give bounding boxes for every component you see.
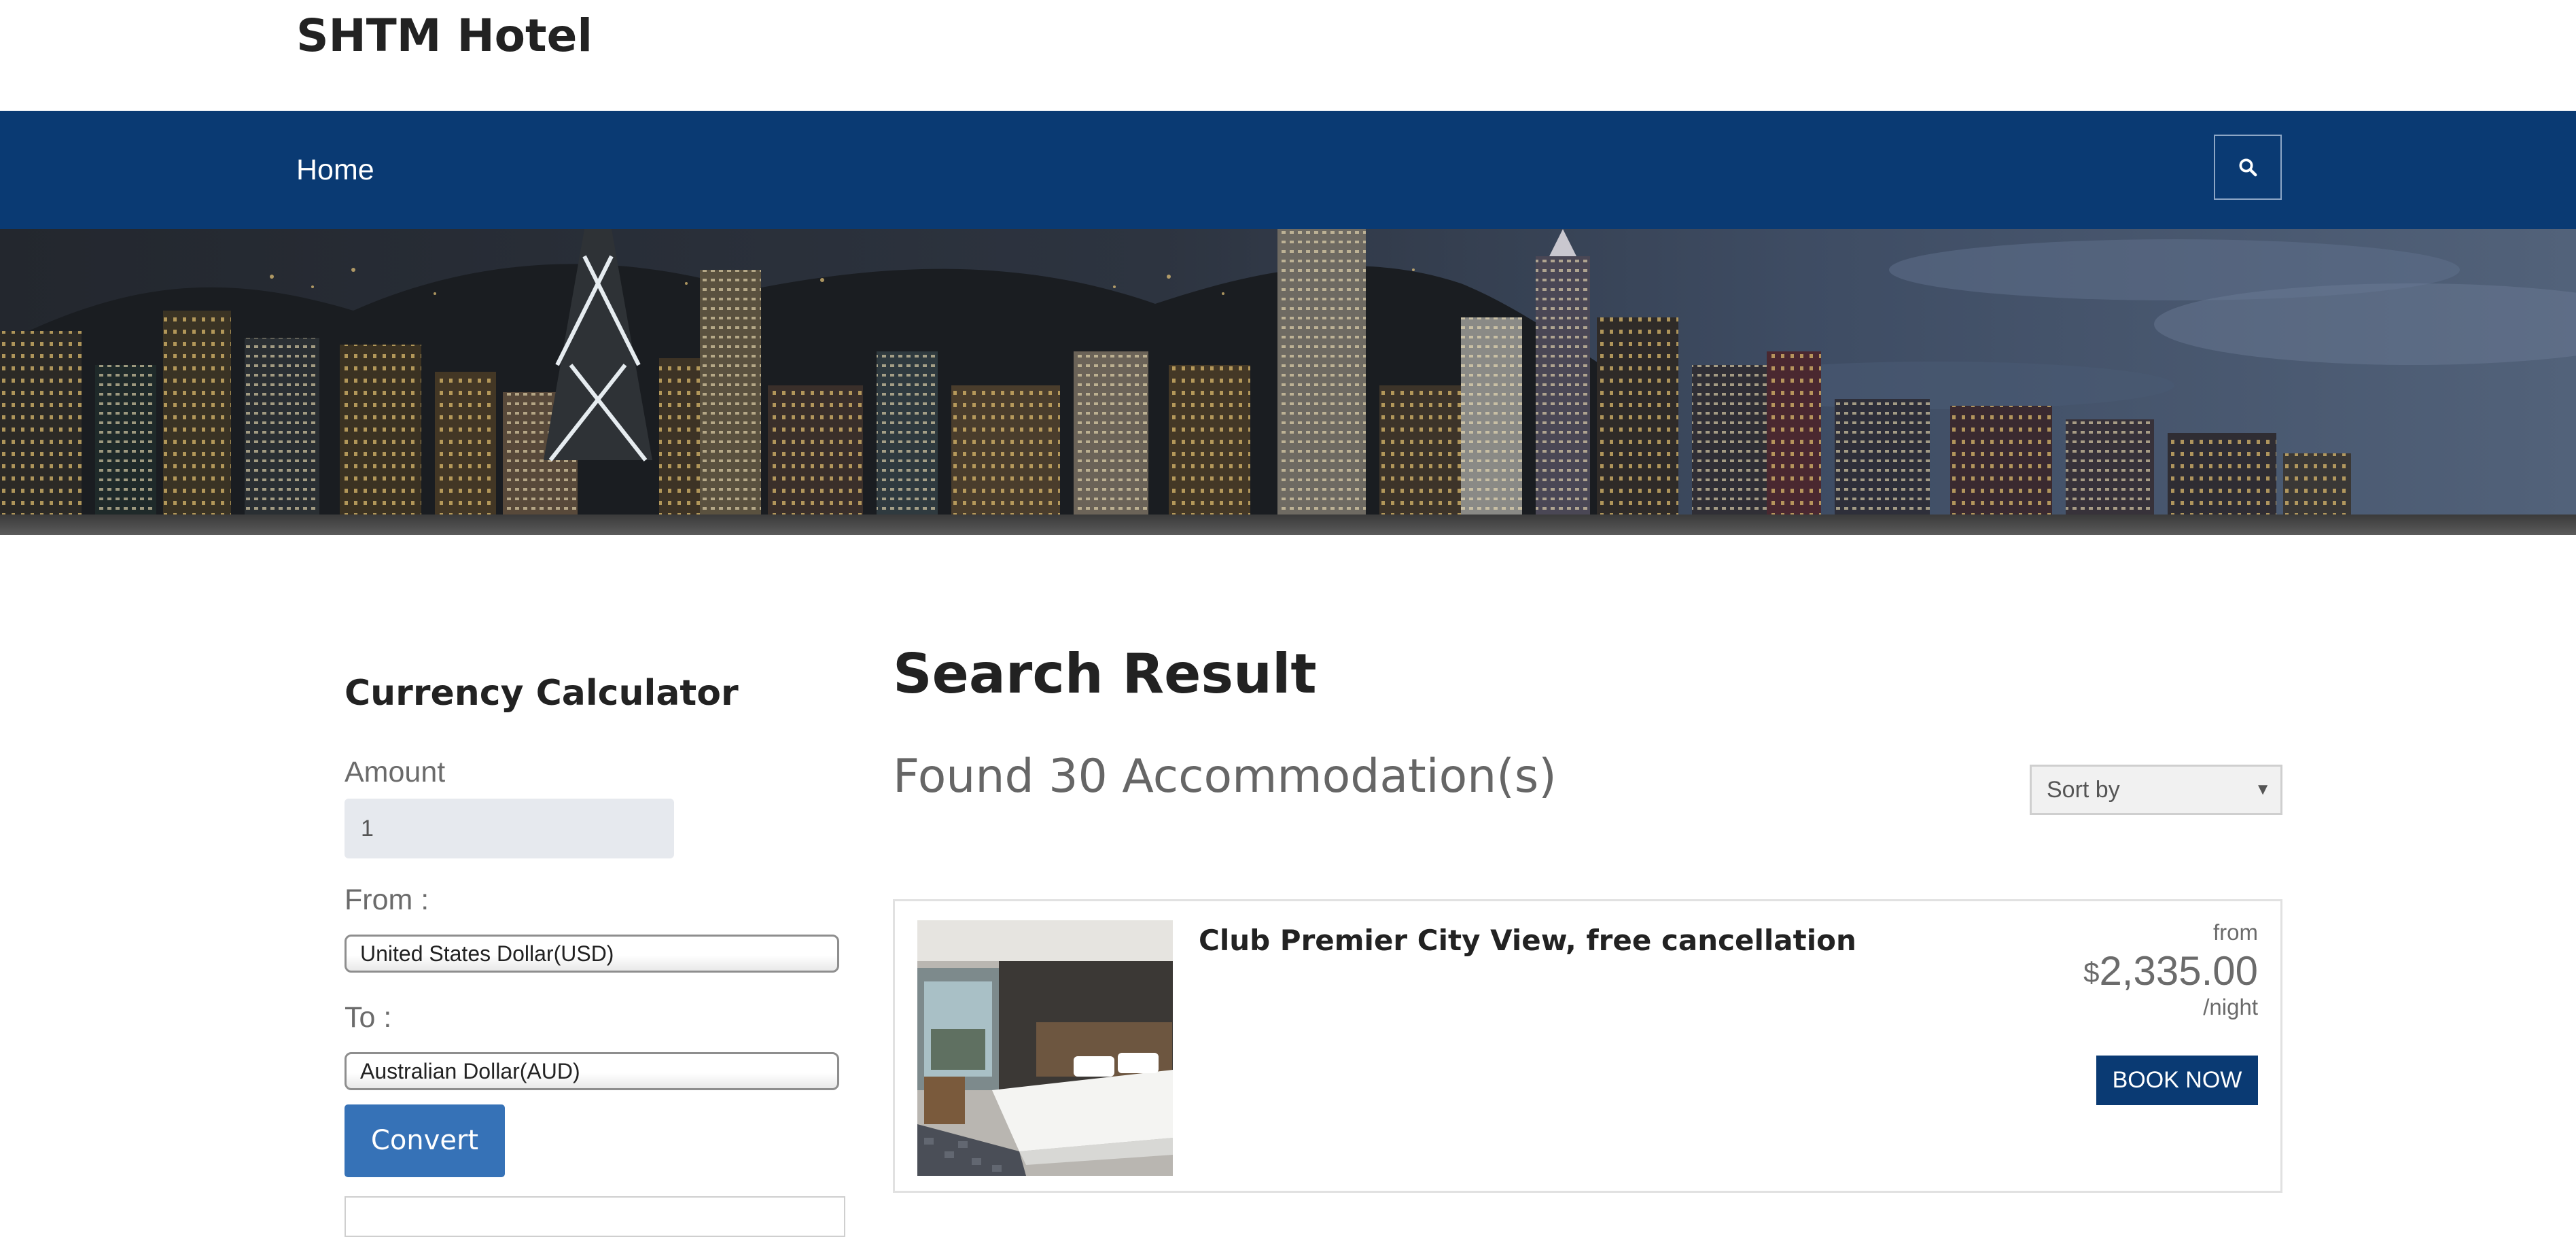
hero-banner xyxy=(0,229,2576,535)
room-photo[interactable] xyxy=(917,920,1173,1176)
dropdown-caret-icon: ▼ xyxy=(2255,780,2271,799)
room-name-link[interactable]: Club Premier City View, free cancellatio… xyxy=(1199,920,1856,961)
price-unit: /night xyxy=(2203,994,2258,1020)
results-count: Found 30 Accommodation(s) xyxy=(893,750,1557,803)
price-prefix: from xyxy=(2213,920,2258,945)
sort-by-select[interactable]: Sort by ▼ xyxy=(2030,765,2282,815)
city-skyline-image xyxy=(0,229,2576,535)
price-value: 2,335.00 xyxy=(2099,948,2258,994)
search-icon xyxy=(2239,158,2257,177)
search-result-title: Search Result xyxy=(893,642,1317,705)
room-price: $2,335.00 xyxy=(2083,945,2258,998)
book-now-button[interactable]: BOOK NOW xyxy=(2096,1056,2258,1105)
sort-by-label: Sort by xyxy=(2047,777,2120,803)
accommodation-card: Club Premier City View, free cancellatio… xyxy=(893,899,2282,1193)
nav-home-link[interactable]: Home xyxy=(296,148,374,192)
to-label: To : xyxy=(345,1001,392,1034)
currency-calculator-title: Currency Calculator xyxy=(345,673,739,714)
to-currency-select[interactable]: Australian Dollar(AUD) xyxy=(345,1052,839,1090)
main-navbar: Home xyxy=(0,111,2576,229)
from-label: From : xyxy=(345,884,429,916)
from-currency-select[interactable]: United States Dollar(USD) xyxy=(345,935,839,973)
amount-input[interactable] xyxy=(345,799,674,858)
site-header: SHTM Hotel xyxy=(0,0,2576,111)
convert-button[interactable]: Convert xyxy=(345,1104,505,1177)
conversion-result-box xyxy=(345,1196,845,1237)
currency-symbol: $ xyxy=(2083,956,2100,988)
search-button[interactable] xyxy=(2214,135,2282,200)
site-title[interactable]: SHTM Hotel xyxy=(296,5,593,67)
amount-label: Amount xyxy=(345,756,446,788)
hotel-room-image xyxy=(917,920,1173,1176)
